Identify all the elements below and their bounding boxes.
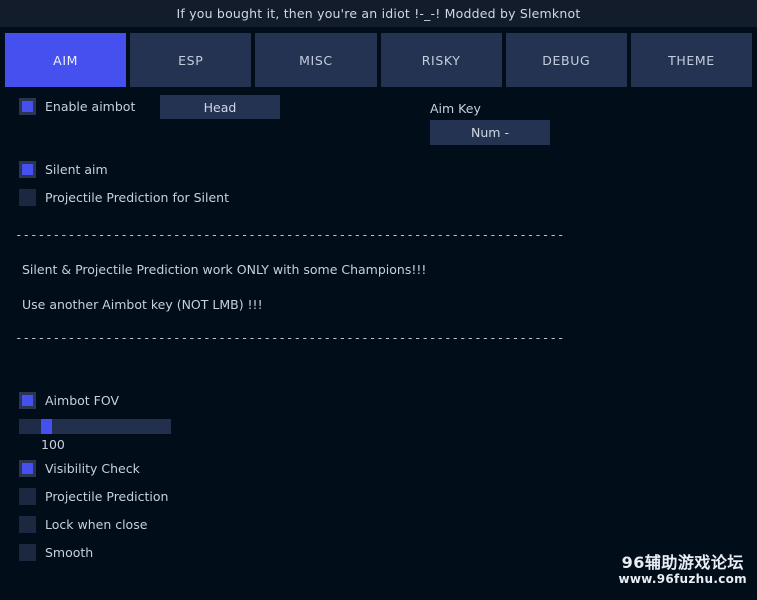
separator-bottom: ----------------------------------------…	[15, 330, 565, 345]
tab-aim-label: AIM	[53, 52, 78, 68]
tab-risky[interactable]: RISKY	[380, 33, 502, 87]
visibility-check-checkbox[interactable]	[19, 460, 36, 477]
enable-aimbot-row: Enable aimbot	[19, 98, 135, 115]
smooth-checkbox[interactable]	[19, 544, 36, 561]
projectile-prediction-checkbox[interactable]	[19, 488, 36, 505]
tab-bar: AIM ESP MISC RISKY DEBUG THEME	[5, 33, 753, 87]
window-title: If you bought it, then you're an idiot !…	[176, 6, 581, 21]
lock-when-close-row: Lock when close	[19, 516, 147, 533]
aimbot-fov-value: 100	[41, 437, 65, 452]
aimbot-fov-checkbox[interactable]	[19, 392, 36, 409]
silent-aim-label: Silent aim	[45, 162, 108, 177]
target-bone-label: Head	[203, 99, 237, 115]
cheat-menu-window: If you bought it, then you're an idiot !…	[0, 0, 757, 600]
tab-misc[interactable]: MISC	[255, 33, 377, 87]
silent-aim-row: Silent aim	[19, 161, 108, 178]
tab-aim[interactable]: AIM	[5, 33, 127, 87]
target-bone-button[interactable]: Head	[160, 95, 280, 119]
note-champions: Silent & Projectile Prediction work ONLY…	[22, 262, 427, 277]
projectile-prediction-for-silent-label: Projectile Prediction for Silent	[45, 190, 230, 205]
tab-risky-label: RISKY	[421, 52, 461, 68]
aimbot-fov-label: Aimbot FOV	[45, 393, 120, 408]
tab-debug[interactable]: DEBUG	[505, 33, 627, 87]
aim-key-value: Num -	[471, 125, 509, 140]
tab-theme[interactable]: THEME	[630, 33, 753, 87]
aimbot-fov-row: Aimbot FOV	[19, 392, 119, 409]
forum-watermark: 96辅助游戏论坛 www.96fuzhu.com	[618, 553, 747, 588]
smooth-label: Smooth	[45, 545, 94, 560]
visibility-check-row: Visibility Check	[19, 460, 140, 477]
silent-aim-checkbox[interactable]	[19, 161, 36, 178]
enable-aimbot-label: Enable aimbot	[45, 99, 136, 114]
tab-theme-label: THEME	[668, 52, 715, 68]
tab-debug-label: DEBUG	[542, 52, 591, 68]
aim-key-button[interactable]: Num -	[430, 120, 550, 145]
enable-aimbot-checkbox[interactable]	[19, 98, 36, 115]
tab-esp[interactable]: ESP	[130, 33, 252, 87]
watermark-url: www.96fuzhu.com	[618, 572, 747, 587]
smooth-row: Smooth	[19, 544, 93, 561]
visibility-check-label: Visibility Check	[45, 461, 140, 476]
aim-key-label: Aim Key	[430, 101, 481, 116]
window-titlebar: If you bought it, then you're an idiot !…	[0, 0, 757, 27]
note-aimbot-key: Use another Aimbot key (NOT LMB) !!!	[22, 297, 263, 312]
lock-when-close-checkbox[interactable]	[19, 516, 36, 533]
aimbot-fov-slider[interactable]	[19, 419, 171, 434]
lock-when-close-label: Lock when close	[45, 517, 148, 532]
separator-top: ----------------------------------------…	[15, 227, 565, 242]
watermark-title: 96辅助游戏论坛	[621, 553, 744, 573]
projectile-prediction-row: Projectile Prediction	[19, 488, 168, 505]
projectile-prediction-for-silent-checkbox[interactable]	[19, 189, 36, 206]
projectile-prediction-for-silent-row: Projectile Prediction for Silent	[19, 189, 229, 206]
projectile-prediction-label: Projectile Prediction	[45, 489, 169, 504]
tab-esp-label: ESP	[178, 52, 204, 68]
tab-misc-label: MISC	[299, 52, 333, 68]
aimbot-fov-slider-handle[interactable]	[41, 419, 52, 434]
aimbot-fov-slider-fill	[19, 419, 41, 434]
